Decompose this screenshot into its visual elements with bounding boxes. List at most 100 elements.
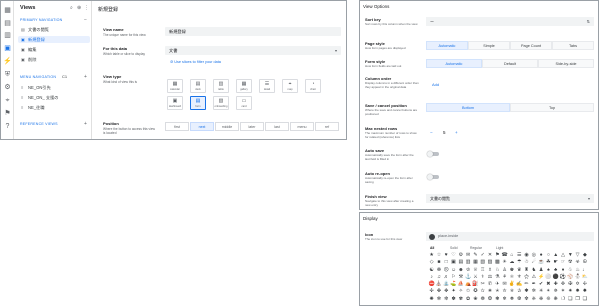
icon-option[interactable]: ✖ xyxy=(545,281,552,288)
icon-option[interactable]: ✏ xyxy=(523,281,530,288)
form-style-option[interactable]: Automatic xyxy=(426,59,482,68)
icon-option[interactable]: ♞ xyxy=(530,267,537,274)
icon-option[interactable]: ❄ xyxy=(501,296,508,303)
position-first-button[interactable]: first xyxy=(165,122,189,131)
position-later-button[interactable]: later xyxy=(240,122,264,131)
icon-option[interactable]: ✉ xyxy=(464,252,471,259)
icon-option[interactable]: ✔ xyxy=(537,281,544,288)
icon-option[interactable]: ♥ xyxy=(443,252,450,259)
icon-option[interactable]: ✡ xyxy=(574,281,581,288)
view-type-gallery[interactable]: ▦ gallery xyxy=(236,79,252,93)
icon-option[interactable]: ✚ xyxy=(552,281,559,288)
finish-view-select[interactable]: 文書の閲覧 ▾ xyxy=(426,194,594,203)
icon-option[interactable]: ☰ xyxy=(516,252,523,259)
icon-option[interactable]: ✰ xyxy=(516,288,523,295)
view-type-calendar[interactable]: ▦ calendar xyxy=(167,79,183,93)
icon-option[interactable]: ♙ xyxy=(501,267,508,274)
icon-option[interactable]: ♦ xyxy=(559,267,566,274)
icon-option[interactable]: ✕ xyxy=(486,252,493,259)
sort-key-select[interactable]: ー ⇅ xyxy=(426,17,594,26)
icon-option[interactable]: ♛ xyxy=(516,267,523,274)
collapse-icon[interactable]: − xyxy=(84,17,87,23)
icon-tab-all[interactable]: All xyxy=(430,246,434,250)
icon-option[interactable]: ✒ xyxy=(530,281,537,288)
max-rows-value[interactable]: 5 xyxy=(443,130,446,135)
icon-option[interactable]: ★ xyxy=(428,252,435,259)
icon-option[interactable]: ☢ xyxy=(567,259,574,266)
icon-option[interactable]: ❃ xyxy=(494,296,501,303)
icon-option[interactable]: ⌂ xyxy=(508,252,515,259)
save-position-option[interactable]: Top xyxy=(510,103,594,112)
auto-save-toggle[interactable] xyxy=(427,150,439,157)
icon-search-input[interactable]: place-inside xyxy=(426,232,594,241)
icon-option[interactable]: ☻ xyxy=(457,267,464,274)
icon-option[interactable]: ♨ xyxy=(574,267,581,274)
settings-icon[interactable]: ⚙ xyxy=(3,83,12,92)
icon-option[interactable]: ✵ xyxy=(552,288,559,295)
icon-option[interactable]: ▦ xyxy=(472,259,479,266)
icon-option[interactable]: ♘ xyxy=(494,267,501,274)
icon-option[interactable]: ☕ xyxy=(537,259,544,266)
icon-option[interactable]: ✶ xyxy=(559,288,566,295)
icon-option[interactable]: ✽ xyxy=(450,296,457,303)
icon-option[interactable]: □ xyxy=(443,259,450,266)
icon-option[interactable]: ⚘ xyxy=(501,274,508,281)
position-next-button[interactable]: next xyxy=(190,122,214,131)
icon-option[interactable]: ♡ xyxy=(450,252,457,259)
icon-option[interactable]: ✬ xyxy=(486,288,493,295)
icon-tab-light[interactable]: Light xyxy=(496,246,503,250)
more-icon[interactable]: ⋮ xyxy=(84,5,89,11)
decrement-button[interactable]: − xyxy=(430,130,433,135)
icon-option[interactable]: ⚕ xyxy=(479,274,486,281)
icon-option[interactable]: ❈ xyxy=(530,296,537,303)
icon-option[interactable]: ▲ xyxy=(552,252,559,259)
icon-option[interactable]: ❆ xyxy=(516,296,523,303)
view-type-chart[interactable]: ◔ chart xyxy=(305,79,321,93)
icon-option[interactable]: ☄ xyxy=(530,259,537,266)
expand-icon[interactable]: + xyxy=(84,121,87,127)
icon-option[interactable]: ⛲ xyxy=(443,281,450,288)
icon-option[interactable]: ❋ xyxy=(552,296,559,303)
icon-option[interactable]: ⚗ xyxy=(494,274,501,281)
icon-option[interactable]: ☺ xyxy=(450,267,457,274)
icon-option[interactable]: ♧ xyxy=(567,267,574,274)
help-icon[interactable]: ? xyxy=(3,122,12,131)
view-type-form[interactable]: ▤ form xyxy=(190,96,206,110)
position-ref-button[interactable]: ref xyxy=(315,122,339,131)
icon-option[interactable]: ❑ xyxy=(581,296,588,303)
icon-tab-solid[interactable]: Solid xyxy=(450,246,458,250)
icon-option[interactable]: ☎ xyxy=(501,252,508,259)
data-icon[interactable]: ▦ xyxy=(3,6,12,15)
menu-item[interactable]: ≡ NE_往職 xyxy=(18,104,90,111)
icon-option[interactable]: ⚑ xyxy=(494,252,501,259)
icon-option[interactable]: ⛳ xyxy=(450,281,457,288)
icon-option[interactable]: ⚙ xyxy=(457,252,464,259)
icon-option[interactable]: ✢ xyxy=(581,281,588,288)
icon-option[interactable]: ♕ xyxy=(472,267,479,274)
icon-option[interactable]: ✲ xyxy=(530,288,537,295)
auto-reopen-toggle[interactable] xyxy=(427,173,439,180)
icon-option[interactable]: ❇ xyxy=(523,296,530,303)
icon-option[interactable]: ♣ xyxy=(552,267,559,274)
icon-option[interactable]: ✪ xyxy=(472,288,479,295)
view-type-table[interactable]: ▥ table xyxy=(213,79,229,93)
icon-option[interactable]: ✴ xyxy=(545,288,552,295)
form-style-option[interactable]: Default xyxy=(482,59,538,68)
nav-item-browse[interactable]: ▤ 文書の閲覧 xyxy=(18,26,90,33)
icon-option[interactable]: ⚽ xyxy=(559,274,566,281)
icon-option[interactable]: ❉ xyxy=(537,296,544,303)
icon-option[interactable]: ◇ xyxy=(428,259,435,266)
icon-option[interactable]: ✹ xyxy=(581,288,588,295)
page-style-option[interactable]: Automatic xyxy=(426,41,468,50)
page-style-option[interactable]: Simple xyxy=(468,41,510,50)
icon-option[interactable]: ☞ xyxy=(559,259,566,266)
nav-item-new-entry[interactable]: ▣ 新規登録 xyxy=(18,36,90,43)
icon-option[interactable]: ✩ xyxy=(464,288,471,295)
manage-icon[interactable]: ⚑ xyxy=(3,109,12,118)
icon-option[interactable]: ■ xyxy=(435,259,442,266)
nav-item-edit[interactable]: ▣ 編集 xyxy=(18,46,90,53)
icon-option[interactable]: △ xyxy=(559,252,566,259)
icon-option[interactable]: ❏ xyxy=(567,296,574,303)
icon-option[interactable]: ✂ xyxy=(479,281,486,288)
table-icon[interactable]: ▤ xyxy=(3,19,12,28)
